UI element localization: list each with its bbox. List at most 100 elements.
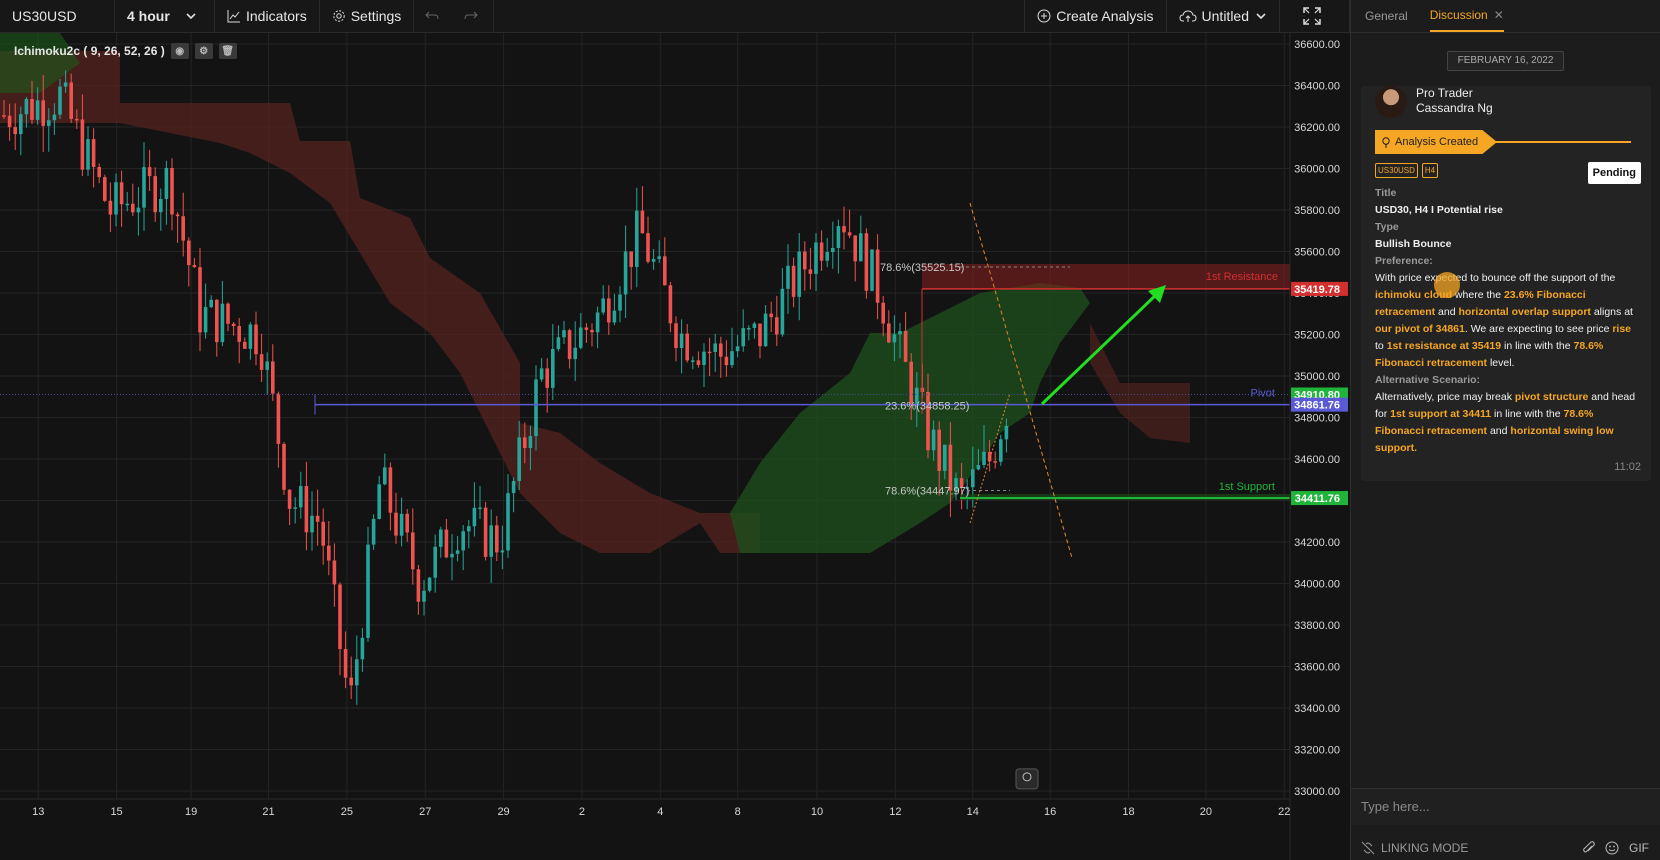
- gif-button[interactable]: GIF: [1629, 841, 1649, 855]
- time-tick-label: 19: [185, 806, 197, 818]
- support-price-tag: 34411.76: [1295, 493, 1340, 505]
- close-icon[interactable]: ✕: [1494, 0, 1504, 31]
- candle-body: [573, 347, 577, 360]
- candle-body: [355, 659, 359, 686]
- price-chart[interactable]: 1st Resistance Pivot 1st Support 78.6%(3552…: [0, 33, 1350, 860]
- indicators-label: Indicators: [246, 8, 307, 24]
- candle-body: [170, 167, 174, 215]
- candle-body: [13, 127, 17, 135]
- eye-icon[interactable]: ◉: [170, 43, 189, 59]
- candle-body: [310, 515, 314, 533]
- candle-body: [523, 437, 527, 448]
- candle-body: [763, 313, 768, 347]
- candle-body: [511, 480, 516, 494]
- price-tick-label: 35800.00: [1294, 205, 1340, 217]
- candle-body: [898, 331, 902, 335]
- candle-body: [937, 429, 941, 471]
- candle-body: [707, 351, 712, 354]
- candle-body: [483, 507, 488, 557]
- candle-body: [192, 265, 197, 268]
- candle-body: [775, 317, 779, 335]
- time-tick-label: 14: [967, 806, 979, 818]
- price-tick-label: 34200.00: [1294, 537, 1340, 549]
- candle-body: [741, 328, 745, 347]
- trash-icon[interactable]: 🗑: [218, 43, 237, 59]
- candle-body: [943, 444, 947, 471]
- interval-selector[interactable]: 4 hour: [115, 0, 215, 32]
- tab-general[interactable]: General: [1365, 0, 1408, 32]
- price-tick-label: 34600.00: [1294, 454, 1340, 466]
- candle-body: [556, 337, 561, 350]
- layout-selector[interactable]: Untitled: [1167, 0, 1280, 32]
- candle-body: [422, 590, 426, 602]
- message-input[interactable]: [1351, 789, 1660, 823]
- pref-text-1: With price expected to bounce off the su…: [1375, 272, 1616, 284]
- attachment-icon[interactable]: [1583, 841, 1595, 855]
- candle-body: [679, 333, 684, 349]
- settings-button[interactable]: Settings: [320, 0, 415, 32]
- price-tick-label: 33000.00: [1294, 786, 1340, 798]
- candle-body: [63, 82, 68, 87]
- gear-icon[interactable]: ⚙: [194, 43, 213, 59]
- chart-area[interactable]: 1st Resistance Pivot 1st Support 78.6%(3552…: [0, 33, 1350, 860]
- candle-body: [500, 550, 505, 553]
- candle-body: [231, 323, 236, 327]
- candle-body: [982, 451, 986, 465]
- discussion-sidebar: General Discussion ✕ FEBRUARY 16, 2022 P…: [1350, 0, 1660, 860]
- tab-discussion[interactable]: Discussion ✕: [1429, 0, 1504, 32]
- time-tick-label: 4: [657, 806, 663, 818]
- chevron-down-icon: [1256, 13, 1266, 20]
- candle-body: [467, 526, 471, 532]
- candle-body: [287, 489, 292, 509]
- alt-text-3: in line with the: [1491, 408, 1564, 420]
- candle-body: [887, 323, 891, 343]
- alt-highlight-1: pivot structure: [1514, 391, 1589, 403]
- candle-body: [646, 233, 650, 262]
- candle-body: [315, 515, 320, 522]
- emoji-icon[interactable]: [1605, 841, 1619, 855]
- candle-body: [103, 177, 107, 201]
- price-tick-label: 33400.00: [1294, 703, 1340, 715]
- candle-body: [75, 118, 79, 121]
- fullscreen-button[interactable]: [1280, 0, 1350, 32]
- preference-text: With price expected to bounce off the su…: [1375, 270, 1637, 372]
- candle-body: [114, 182, 118, 215]
- pref-text-8: level.: [1487, 357, 1515, 369]
- candle-body: [881, 302, 885, 324]
- title-label: Title: [1375, 187, 1397, 199]
- candle-body: [567, 330, 572, 360]
- analysis-card: Pro Trader Cassandra Ng Analysis Created…: [1361, 86, 1651, 481]
- candle-body: [371, 518, 376, 545]
- undo-button[interactable]: [414, 0, 454, 32]
- create-analysis-label: Create Analysis: [1056, 8, 1154, 24]
- linking-mode-toggle[interactable]: LINKING MODE: [1361, 841, 1468, 855]
- candle-body: [976, 464, 981, 470]
- candle-body: [999, 439, 1003, 462]
- ichimoku-cloud-bearish-future: [1090, 323, 1190, 443]
- candle-body: [607, 298, 611, 323]
- author-full-name: Cassandra Ng: [1416, 101, 1493, 115]
- candle-body: [30, 99, 34, 120]
- indicators-button[interactable]: Indicators: [215, 0, 320, 32]
- redo-icon: [464, 11, 479, 20]
- link-off-icon: [1361, 841, 1375, 855]
- candle-body: [327, 545, 331, 561]
- candle-body: [455, 550, 460, 554]
- candle-body: [259, 354, 264, 370]
- candle-body: [663, 256, 667, 286]
- candle-body: [702, 351, 706, 365]
- candle-body: [657, 256, 661, 259]
- candle-body: [814, 242, 818, 274]
- symbol-selector[interactable]: US30USD: [0, 0, 115, 32]
- redo-button[interactable]: [454, 0, 495, 32]
- create-analysis-button[interactable]: Create Analysis: [1024, 0, 1167, 32]
- candle-body: [696, 360, 701, 365]
- time-tick-label: 29: [497, 806, 509, 818]
- interval-label: 4 hour: [127, 8, 170, 24]
- candle-body: [343, 648, 348, 678]
- time-tick-label: 8: [735, 806, 741, 818]
- symbol-label: US30USD: [12, 8, 77, 24]
- plus-circle-icon: [1037, 9, 1051, 23]
- candle-body: [831, 247, 835, 253]
- candle-body: [735, 346, 740, 352]
